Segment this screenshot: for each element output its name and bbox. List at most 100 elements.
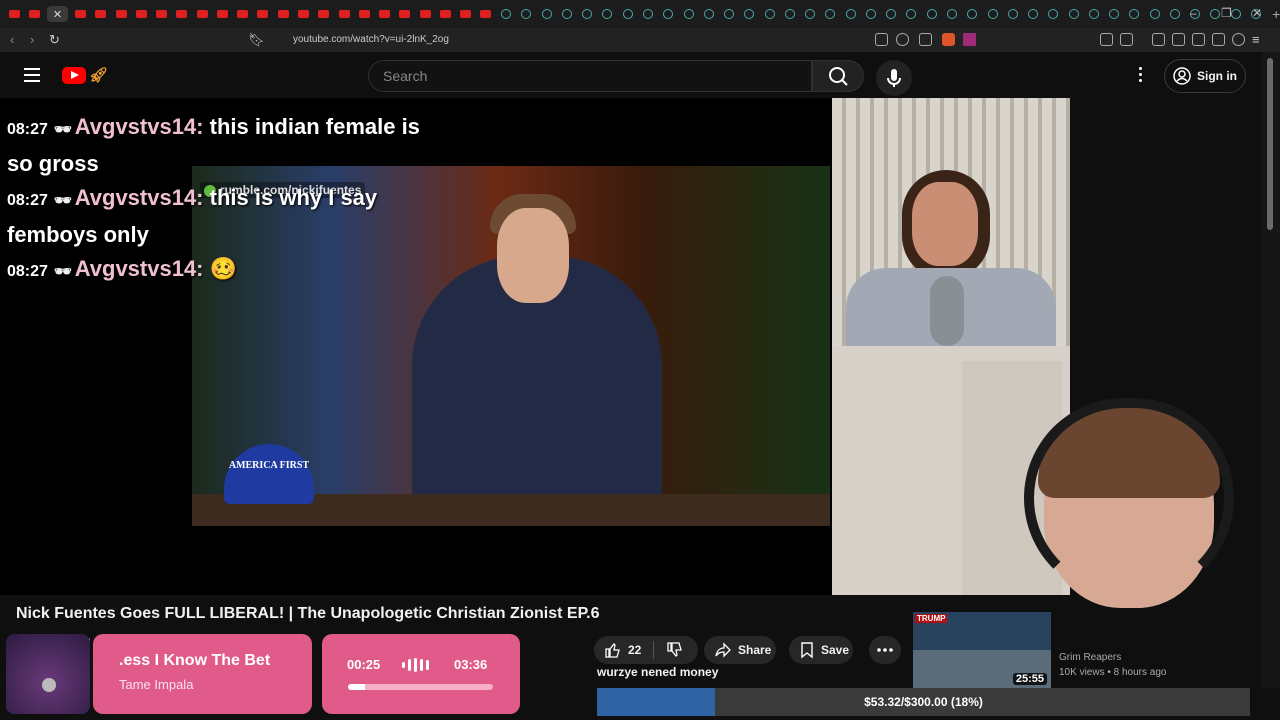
youtube-tab-icon[interactable] — [73, 6, 88, 22]
tab-icon[interactable] — [559, 6, 574, 22]
close-window-icon[interactable]: ✕ — [1252, 6, 1262, 20]
search-button[interactable] — [812, 60, 864, 92]
media-icon[interactable] — [1152, 33, 1165, 46]
sign-in-button[interactable]: Sign in — [1164, 59, 1246, 93]
tab-icon[interactable] — [701, 6, 716, 22]
tab-icon[interactable] — [884, 6, 899, 22]
tab-icon[interactable] — [985, 6, 1000, 22]
youtube-tab-icon[interactable] — [336, 6, 351, 22]
scrollbar-thumb[interactable] — [1267, 58, 1273, 230]
youtube-tab-icon[interactable] — [478, 6, 493, 22]
tab-icon[interactable] — [965, 6, 980, 22]
recommended-video-thumbnail[interactable]: TRUMP 25:55 — [913, 612, 1051, 688]
tab-icon[interactable] — [580, 6, 595, 22]
youtube-tab-icon[interactable] — [255, 6, 270, 22]
youtube-tab-icon[interactable] — [377, 6, 392, 22]
brave-shield-icon[interactable] — [942, 33, 955, 46]
tab-icon[interactable] — [742, 6, 757, 22]
tab-icon[interactable] — [1167, 6, 1182, 22]
youtube-logo[interactable] — [62, 67, 86, 84]
menu-icon[interactable] — [24, 68, 40, 86]
tab-icon[interactable] — [681, 6, 696, 22]
share-button[interactable]: Share — [704, 636, 776, 664]
youtube-tab-icon[interactable] — [296, 6, 311, 22]
active-tab-close-icon[interactable]: ✕ — [47, 6, 68, 22]
tab-icon[interactable] — [1005, 6, 1020, 22]
url-field[interactable]: youtube.com/watch?v=ui-2lnK_2og — [293, 34, 449, 45]
youtube-tab-icon[interactable] — [154, 6, 169, 22]
tab-icon[interactable] — [1026, 6, 1041, 22]
youtube-tab-icon[interactable] — [235, 6, 250, 22]
youtube-tab-icon[interactable] — [195, 6, 210, 22]
tab-icon[interactable] — [1086, 6, 1101, 22]
zoom-icon[interactable] — [896, 33, 909, 46]
voice-search-button[interactable] — [876, 60, 912, 96]
leo-icon[interactable] — [1212, 33, 1225, 46]
reader-icon[interactable] — [1172, 33, 1185, 46]
youtube-tab-icon[interactable] — [418, 6, 433, 22]
youtube-tab-icon[interactable] — [174, 6, 189, 22]
tab-icon[interactable] — [499, 6, 514, 22]
tab-icon[interactable] — [823, 6, 838, 22]
tab-icon[interactable] — [782, 6, 797, 22]
tab-icon[interactable] — [863, 6, 878, 22]
youtube-tab-icon[interactable] — [276, 6, 291, 22]
tab-icon[interactable] — [803, 6, 818, 22]
tab-icon[interactable] — [539, 6, 554, 22]
tab-icon[interactable] — [640, 6, 655, 22]
youtube-tab-icon[interactable] — [7, 6, 22, 22]
save-button[interactable]: Save — [789, 636, 853, 664]
recommended-video-meta[interactable]: Grim Reapers 10K views • 8 hours ago — [1059, 650, 1166, 680]
youtube-tab-icon[interactable] — [438, 6, 453, 22]
share-page-icon[interactable] — [919, 33, 932, 46]
tab-icon[interactable] — [620, 6, 635, 22]
tab-icon[interactable] — [944, 6, 959, 22]
wallet-icon[interactable] — [1192, 33, 1205, 46]
vpn-icon[interactable] — [1232, 33, 1245, 46]
extensions-icon[interactable] — [1100, 33, 1113, 46]
cast-icon[interactable] — [875, 33, 888, 46]
tab-icon[interactable] — [722, 6, 737, 22]
maximize-icon[interactable]: ❐ — [1221, 6, 1232, 20]
browser-menu-icon[interactable]: ≡ — [1252, 32, 1260, 47]
youtube-tab-icon[interactable] — [397, 6, 412, 22]
search-box[interactable] — [368, 60, 812, 92]
youtube-tab-icon[interactable] — [316, 6, 331, 22]
tab-icon[interactable] — [762, 6, 777, 22]
tab-icon[interactable] — [843, 6, 858, 22]
tab-icon[interactable] — [1066, 6, 1081, 22]
youtube-tab-icon[interactable] — [357, 6, 372, 22]
youtube-tab-icon[interactable] — [458, 6, 473, 22]
sidebar-icon[interactable] — [1120, 33, 1133, 46]
settings-menu-icon[interactable] — [1139, 67, 1143, 85]
reload-icon[interactable]: ↻ — [49, 32, 60, 48]
more-actions-button[interactable] — [869, 636, 901, 664]
video-player[interactable]: AMERICA FIRST rumble.com/nickjfuentes 08… — [0, 98, 1070, 595]
page-scrollbar[interactable] — [1262, 52, 1280, 688]
doodle-icon[interactable]: 🚀︎ — [89, 66, 108, 84]
tab-icon[interactable] — [1046, 6, 1061, 22]
tab-icon[interactable] — [1147, 6, 1162, 22]
youtube-tab-icon[interactable] — [114, 6, 129, 22]
tab-icon[interactable] — [924, 6, 939, 22]
tab-icon[interactable] — [600, 6, 615, 22]
tab-icon[interactable] — [519, 6, 534, 22]
thumbs-down-icon[interactable] — [666, 641, 684, 659]
youtube-tab-icon[interactable] — [134, 6, 149, 22]
forward-icon[interactable]: › — [30, 32, 34, 47]
tab-icon[interactable] — [1127, 6, 1142, 22]
youtube-tab-icon[interactable] — [27, 6, 42, 22]
back-icon[interactable]: ‹ — [10, 32, 14, 47]
search-input[interactable] — [369, 61, 811, 91]
tab-icon[interactable] — [661, 6, 676, 22]
thumbs-up-icon[interactable] — [604, 641, 622, 659]
bookmark-icon[interactable]: 🔖︎ — [248, 32, 265, 48]
minimize-icon[interactable]: – — [1190, 6, 1197, 20]
new-tab-icon[interactable]: + — [1272, 6, 1280, 22]
like-count[interactable]: 22 — [628, 643, 641, 657]
tab-icon[interactable] — [1107, 6, 1122, 22]
youtube-tab-icon[interactable] — [215, 6, 230, 22]
rewards-icon[interactable] — [963, 33, 976, 46]
tab-icon[interactable] — [904, 6, 919, 22]
youtube-tab-icon[interactable] — [93, 6, 108, 22]
